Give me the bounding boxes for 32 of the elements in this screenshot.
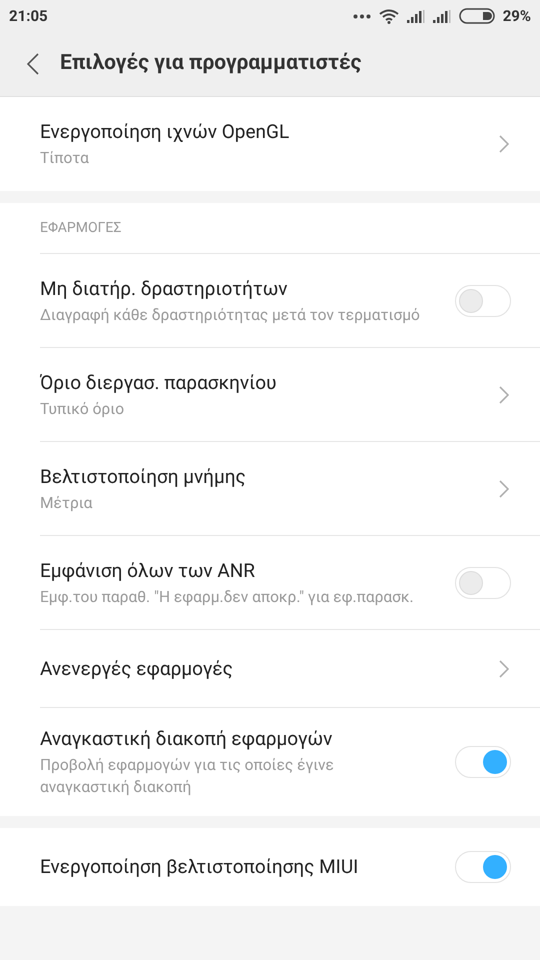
setting-description: Μέτρια [40,492,94,514]
setting-description: Διαγραφή κάθε δραστηριότητας μετά τον τερματισμό [40,304,421,326]
setting-title: Βελτιστοποίηση μνήμης [40,464,247,490]
setting-title: Όριο διεργασ. παρασκηνίου [40,370,278,396]
battery-icon [458,8,495,24]
back-icon [27,53,39,75]
setting-description: Προβολή εφαρμογών για τις οποίες έγινε αναγκαστική διακοπή [40,755,335,798]
status-time: 21:05 [9,6,48,27]
setting-title: Ενεργοποίηση ιχνών OpenGL [40,119,290,145]
section-header: ΕΦΑΡΜΟΓΕΣ [40,218,122,238]
toggle-switch[interactable] [455,284,511,316]
setting-description: Εμφ.του παραθ. "Η εφαρμ.δεν αποκρ." για εφ.παρασκ. [40,586,415,608]
chevron-right-icon [499,660,509,678]
chevron-right-icon [499,386,509,404]
signal-icon [406,10,425,22]
setting-description: Τυπικό όριο [40,398,126,420]
toggle-switch[interactable] [455,746,511,778]
setting-title: Μη διατήρ. δραστηριοτήτων [40,276,288,302]
chevron-right-icon [499,480,509,498]
chevron-right-icon [499,135,509,153]
setting-title: Εμφάνιση όλων των ANR [40,558,256,584]
battery-percent: 29% [502,6,531,27]
setting-title: Αναγκαστική διακοπή εφαρμογών [40,726,334,752]
page-title: Επιλογές για προγραμματιστές [60,50,362,78]
wifi-icon [378,8,399,24]
toggle-switch[interactable] [455,566,511,598]
more-dots-icon [352,14,371,18]
toggle-switch[interactable] [455,851,511,883]
setting-title: Ενεργοποίηση βελτιστοποίησης MIUI [40,854,360,880]
setting-description: Τίποτα [40,148,90,169]
signal-icon [432,10,451,22]
setting-title: Ανενεργές εφαρμογές [40,656,234,682]
